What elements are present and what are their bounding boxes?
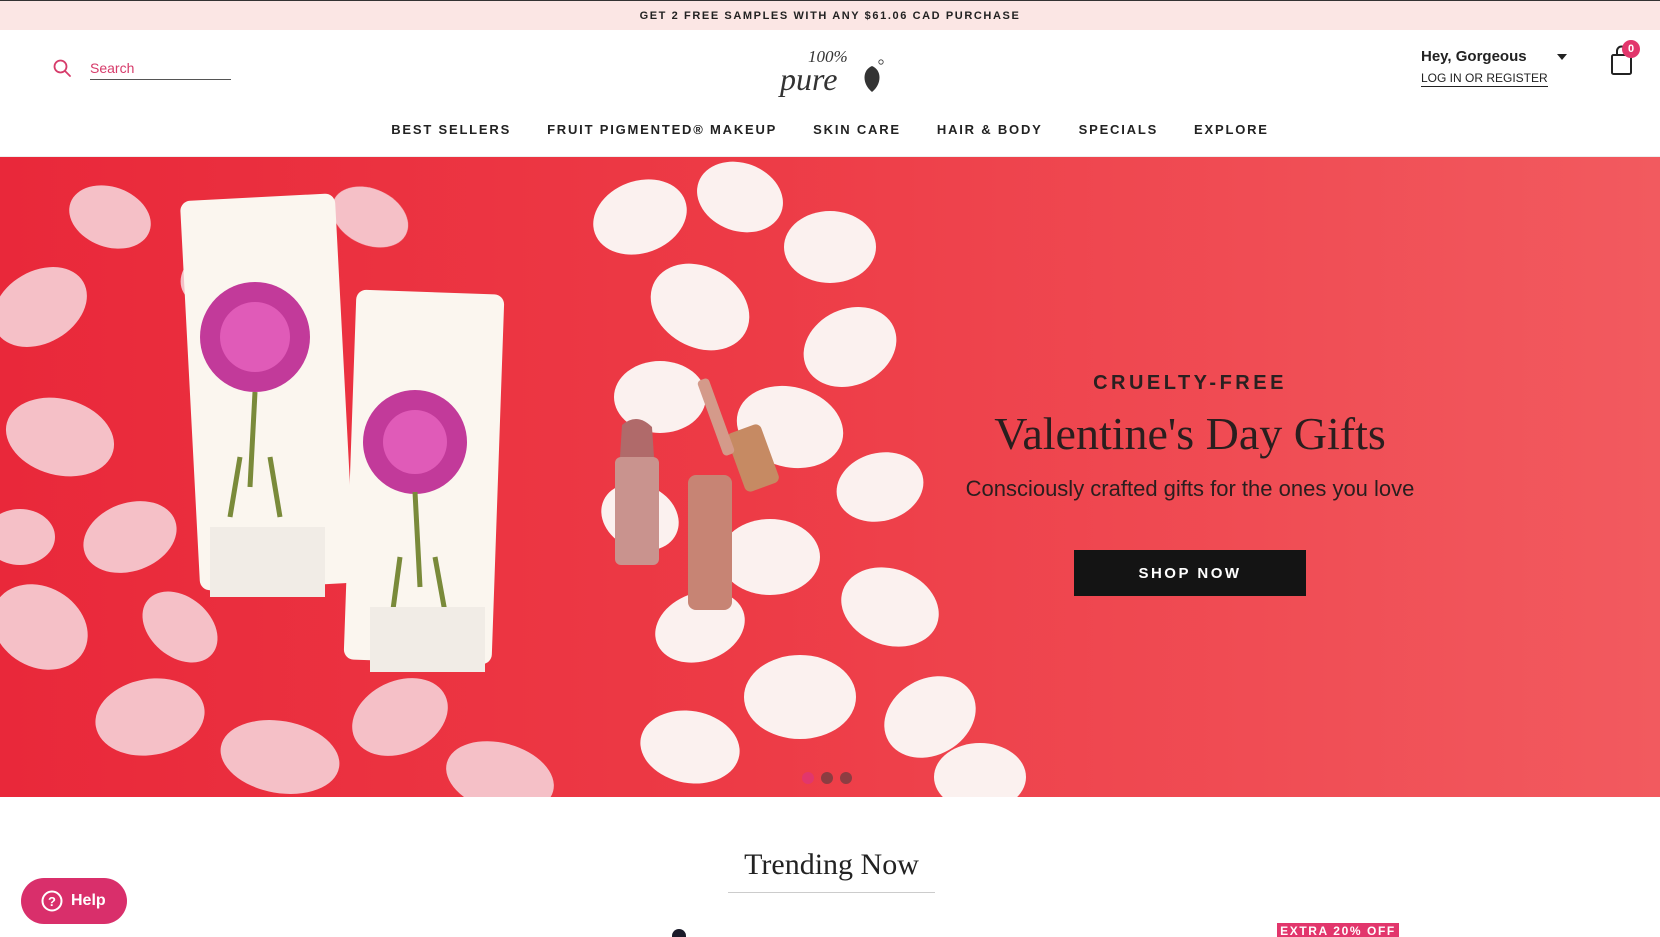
greeting-text: Hey, Gorgeous	[1421, 48, 1527, 65]
search-field	[90, 56, 231, 80]
main-nav: BEST SELLERS FRUIT PIGMENTED® MAKEUP SKI…	[0, 122, 1660, 137]
nav-item-best-sellers[interactable]: BEST SELLERS	[391, 122, 511, 137]
login-register-link[interactable]: LOG IN OR REGISTER	[1421, 71, 1548, 87]
hero-eyebrow: CRUELTY-FREE	[1093, 372, 1287, 394]
hero-copy: CRUELTY-FREE Valentine's Day Gifts Consc…	[910, 372, 1470, 596]
nav-item-hair-body[interactable]: HAIR & BODY	[937, 122, 1043, 137]
search-bar	[52, 56, 231, 80]
help-button[interactable]: ? Help	[21, 878, 127, 924]
help-label: Help	[71, 892, 106, 909]
nav-item-specials[interactable]: SPECIALS	[1079, 122, 1158, 137]
nav-item-explore[interactable]: EXPLORE	[1194, 122, 1269, 137]
site-header: 100% pure Hey, Gorgeous LOG IN OR REGIST…	[0, 30, 1660, 157]
svg-text:pure: pure	[778, 61, 837, 97]
shop-now-button[interactable]: SHOP NOW	[1074, 550, 1306, 596]
cart-count-badge: 0	[1622, 40, 1640, 58]
cart-button[interactable]: 0	[1608, 40, 1642, 78]
trending-title: Trending Now	[728, 848, 935, 893]
discount-badge: EXTRA 20% OFF	[1277, 923, 1399, 937]
hero-headline: Valentine's Day Gifts	[994, 408, 1386, 459]
account-greeting[interactable]: Hey, Gorgeous	[1421, 48, 1567, 65]
carousel-dot-1[interactable]	[802, 772, 814, 784]
carousel-dots	[802, 772, 852, 784]
carousel-dot-3[interactable]	[840, 772, 852, 784]
account-menu[interactable]: Hey, Gorgeous LOG IN OR REGISTER	[1421, 48, 1567, 87]
svg-text:?: ?	[48, 894, 56, 909]
chevron-down-icon	[1556, 53, 1567, 60]
hero-banner[interactable]: CRUELTY-FREE Valentine's Day Gifts Consc…	[0, 157, 1660, 797]
question-icon: ?	[41, 890, 63, 912]
promo-bar: GET 2 FREE SAMPLES WITH ANY $61.06 CAD P…	[0, 0, 1660, 30]
search-input[interactable]	[90, 59, 231, 76]
carousel-dot-2[interactable]	[821, 772, 833, 784]
nav-item-skin-care[interactable]: SKIN CARE	[813, 122, 901, 137]
search-icon[interactable]	[52, 58, 72, 78]
nav-item-fruit-pigmented-makeup[interactable]: FRUIT PIGMENTED® MAKEUP	[547, 122, 777, 137]
brand-logo[interactable]: 100% pure	[778, 42, 886, 98]
hero-subline: Consciously crafted gifts for the ones y…	[965, 476, 1415, 501]
product-thumbnail-peek	[672, 929, 686, 937]
promo-text: GET 2 FREE SAMPLES WITH ANY $61.06 CAD P…	[639, 9, 1021, 22]
logo-icon: 100% pure	[778, 47, 884, 97]
